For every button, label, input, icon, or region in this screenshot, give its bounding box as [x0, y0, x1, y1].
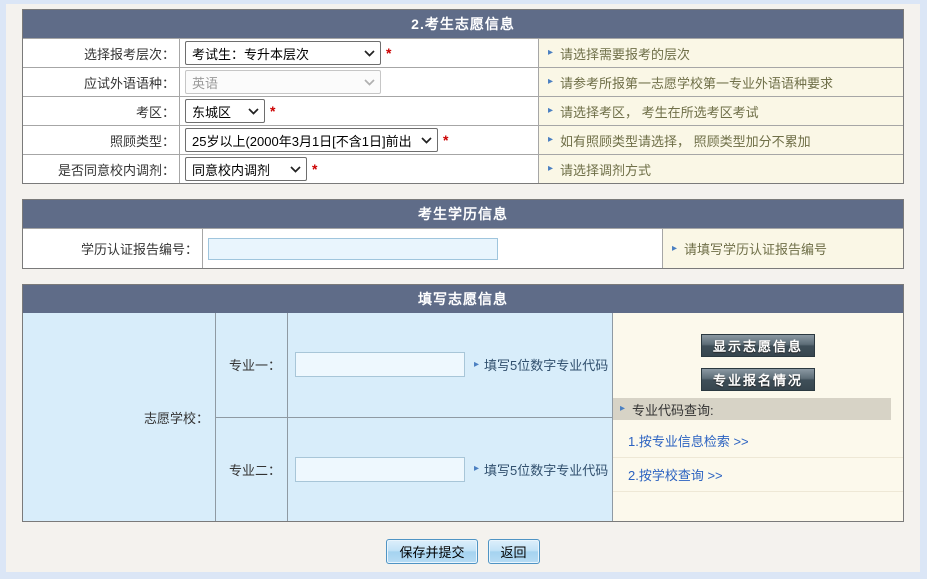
row-exam-district: 考区： 东城区 * ▸ 请选择考区， 考生在所选考区考试 — [23, 96, 903, 125]
hint-arrow-icon: ▸ — [548, 164, 553, 174]
chevron-down-icon — [248, 108, 259, 115]
section1-title: 2.考生志愿信息 — [23, 10, 903, 38]
hint-arrow-icon: ▸ — [474, 464, 479, 474]
foreign-language-select: 英语 — [185, 70, 381, 94]
hint-text: 如有照顾类型请选择， 照顾类型加分不累加 — [560, 131, 811, 150]
required-asterisk: * — [443, 132, 448, 148]
report-level-label: 选择报考层次： — [23, 39, 179, 67]
major-two-input[interactable] — [295, 457, 465, 482]
query-panel: 显示志愿信息 专业报名情况 ▸ 专业代码查询: 1.按专业信息检索 >> 2.按… — [612, 313, 903, 521]
major-one-row: 专业一： ▸ 填写5位数字专业代码 — [216, 313, 612, 417]
report-level-select-value: 考试生：专升本层次 — [192, 44, 309, 63]
exam-district-select[interactable]: 东城区 — [185, 99, 265, 123]
hint-arrow-icon: ▸ — [672, 244, 677, 254]
action-bar: 保存并提交 返回 — [22, 539, 904, 564]
save-submit-button[interactable]: 保存并提交 — [386, 539, 477, 564]
school-label: 志愿学校： — [23, 313, 215, 521]
foreign-language-label: 应试外语语种： — [23, 68, 179, 96]
major-code-query-header: ▸ 专业代码查询: — [613, 398, 891, 420]
major-registration-status-button[interactable]: 专业报名情况 — [701, 368, 815, 391]
report-level-hint: ▸ 请选择需要报考的层次 — [538, 39, 903, 67]
hint-arrow-icon: ▸ — [474, 360, 479, 370]
required-asterisk: * — [386, 45, 391, 61]
foreign-language-hint: ▸ 请参考所报第一志愿学校第一专业外语语种要求 — [538, 68, 903, 96]
chevron-down-icon — [421, 137, 432, 144]
preference-fill-table: 填写志愿信息 志愿学校： 专业一： ▸ 填写5位数字专业代码 专业二： — [22, 284, 904, 522]
required-asterisk: * — [312, 161, 317, 177]
internal-adjustment-label: 是否同意校内调剂： — [23, 155, 179, 183]
hint-arrow-icon: ▸ — [548, 106, 553, 116]
exam-district-label: 考区： — [23, 97, 179, 125]
major-one-input[interactable] — [295, 352, 465, 377]
row-foreign-language: 应试外语语种： 英语 ▸ 请参考所报第一志愿学校第一专业外语语种要求 — [23, 67, 903, 96]
major-two-row: 专业二： ▸ 填写5位数字专业代码 — [216, 417, 612, 522]
hint-arrow-icon: ▸ — [548, 77, 553, 87]
major-one-label: 专业一： — [216, 313, 287, 417]
chevron-down-icon — [364, 79, 375, 86]
cert-number-hint: ▸ 请填写学历认证报告编号 — [662, 229, 903, 268]
foreign-language-select-value: 英语 — [192, 73, 218, 92]
hint-text: 请选择调剂方式 — [560, 160, 651, 179]
care-type-label: 照顾类型： — [23, 126, 179, 154]
candidate-preference-table: 2.考生志愿信息 选择报考层次： 考试生：专升本层次 * ▸ 请选择需要报考的层… — [22, 9, 904, 184]
cert-number-input[interactable] — [208, 238, 498, 260]
show-preference-button[interactable]: 显示志愿信息 — [701, 334, 815, 357]
care-type-hint: ▸ 如有照顾类型请选择， 照顾类型加分不累加 — [538, 126, 903, 154]
hint-text: 填写5位数字专业代码 — [484, 355, 608, 374]
major-two-hint: ▸ 填写5位数字专业代码 — [474, 460, 608, 479]
care-type-select-value: 25岁以上(2000年3月1日[不含1日]前出 — [192, 131, 412, 150]
section2-title: 考生学历信息 — [23, 200, 903, 228]
exam-district-hint: ▸ 请选择考区， 考生在所选考区考试 — [538, 97, 903, 125]
back-button[interactable]: 返回 — [488, 539, 540, 564]
search-by-major-link[interactable]: 1.按专业信息检索 >> — [613, 424, 903, 458]
section3-title: 填写志愿信息 — [23, 285, 903, 313]
internal-adjustment-select-value: 同意校内调剂 — [192, 160, 270, 179]
row-internal-adjustment: 是否同意校内调剂： 同意校内调剂 * ▸ 请选择调剂方式 — [23, 154, 903, 183]
chevron-down-icon — [364, 50, 375, 57]
major-one-hint: ▸ 填写5位数字专业代码 — [474, 355, 608, 374]
row-report-level: 选择报考层次： 考试生：专升本层次 * ▸ 请选择需要报考的层次 — [23, 38, 903, 67]
hint-text: 请选择需要报考的层次 — [560, 44, 690, 63]
internal-adjustment-hint: ▸ 请选择调剂方式 — [538, 155, 903, 183]
required-asterisk: * — [270, 103, 275, 119]
cert-number-label: 学历认证报告编号： — [23, 229, 202, 268]
search-by-school-link[interactable]: 2.按学校查询 >> — [613, 458, 903, 492]
hint-arrow-icon: ▸ — [548, 48, 553, 58]
hint-arrow-icon: ▸ — [548, 135, 553, 145]
education-info-table: 考生学历信息 学历认证报告编号： ▸ 请填写学历认证报告编号 — [22, 199, 904, 269]
row-care-type: 照顾类型： 25岁以上(2000年3月1日[不含1日]前出 * ▸ 如有照顾类型… — [23, 125, 903, 154]
hint-text: 请填写学历认证报告编号 — [684, 239, 827, 258]
query-header-text: 专业代码查询: — [632, 400, 714, 419]
row-cert-number: 学历认证报告编号： ▸ 请填写学历认证报告编号 — [23, 228, 903, 268]
internal-adjustment-select[interactable]: 同意校内调剂 — [185, 157, 307, 181]
care-type-select[interactable]: 25岁以上(2000年3月1日[不含1日]前出 — [185, 128, 438, 152]
chevron-down-icon — [290, 166, 301, 173]
hint-text: 请参考所报第一志愿学校第一专业外语语种要求 — [560, 73, 833, 92]
hint-text: 填写5位数字专业代码 — [484, 460, 608, 479]
hint-text: 请选择考区， 考生在所选考区考试 — [560, 102, 759, 121]
report-level-select[interactable]: 考试生：专升本层次 — [185, 41, 381, 65]
exam-district-select-value: 东城区 — [192, 102, 231, 121]
major-two-label: 专业二： — [216, 418, 287, 522]
page-background: 2.考生志愿信息 选择报考层次： 考试生：专升本层次 * ▸ 请选择需要报考的层… — [6, 4, 920, 572]
bar-arrow-icon: ▸ — [620, 404, 625, 414]
